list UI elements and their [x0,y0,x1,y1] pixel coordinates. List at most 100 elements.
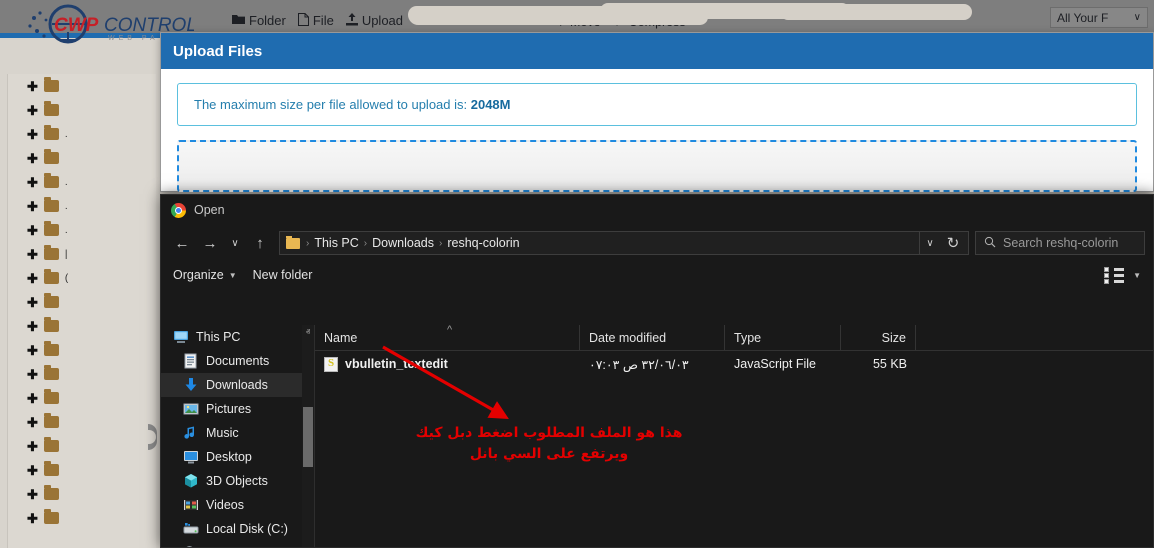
expand-icon[interactable]: ✚ [27,464,38,477]
view-dropdown-icon[interactable]: ▼ [1133,271,1141,280]
sidebar-item-desktop[interactable]: Desktop [161,445,314,469]
file-filter-select[interactable]: All Your F ∨ [1050,7,1148,28]
breadcrumb-item[interactable]: Downloads [372,236,434,250]
folder-icon [44,392,59,404]
folder-icon [44,464,59,476]
expand-icon[interactable]: ✚ [27,368,38,381]
folder-icon [44,512,59,524]
folder-icon [44,416,59,428]
dialog-commandbar: Organize ▼ New folder ▼ [161,261,1153,289]
tree-item[interactable]: ✚ [8,74,156,98]
music-icon [183,425,199,441]
tree-item[interactable]: ✚ [8,434,156,458]
refresh-button[interactable]: ↻ [940,232,966,254]
tree-item[interactable]: ✚ [8,362,156,386]
tree-item[interactable]: ✚ [8,98,156,122]
tree-item[interactable]: ✚. [8,170,156,194]
tree-item[interactable]: ✚. [8,218,156,242]
expand-icon[interactable]: ✚ [27,320,38,333]
sidebar-scrollbar[interactable]: ⱏ ⱟ [302,325,314,547]
sidebar-item-music[interactable]: Music [161,421,314,445]
sidebar-item-local-disk-c[interactable]: Local Disk (C:) [161,517,314,541]
toolbar-file-button[interactable]: File [298,13,334,28]
sidebar-item-downloads[interactable]: Downloads [161,373,314,397]
expand-icon[interactable]: ✚ [27,200,38,213]
file-row[interactable]: vbulletin_textedit ٣٢/٠٦/٠٣ ص ٠٧:٠٣ JavaSc… [315,351,1153,377]
expand-icon[interactable]: ✚ [27,416,38,429]
tree-item[interactable]: ✚. [8,122,156,146]
chevron-down-icon: ∨ [1134,12,1141,23]
breadcrumb-item[interactable]: reshq-colorin [447,236,519,250]
expand-icon[interactable]: ✚ [27,152,38,165]
expand-icon[interactable]: ✚ [27,104,38,117]
folder-icon [44,488,59,500]
expand-icon[interactable]: ✚ [27,392,38,405]
breadcrumb[interactable]: › This PC › Downloads › reshq-colorin ∨ ↻ [279,231,969,255]
sidebar-item-this-pc[interactable]: This PC [161,325,314,349]
toolbar-upload-button[interactable]: Upload [346,13,403,28]
view-tools: ▼ [1104,267,1141,283]
max-size-alert-text: The maximum size per file allowed to upl… [194,97,471,112]
expand-icon[interactable]: ✚ [27,296,38,309]
dialog-navbar: ← → ∨ ↑ › This PC › Downloads › reshq-colorin… [161,225,1153,261]
new-folder-button[interactable]: New folder [253,268,313,282]
scroll-down-icon[interactable]: ⱟ [302,533,314,547]
toolbar-folder-button[interactable]: Folder [232,13,286,28]
expand-icon[interactable]: ✚ [27,344,38,357]
sidebar-item-videos[interactable]: Videos [161,493,314,517]
search-box[interactable]: Search reshq-colorin [975,231,1145,255]
tree-item[interactable]: ✚ | [8,242,156,266]
forward-button[interactable]: → [197,230,223,256]
sidebar-item-pictures[interactable]: Pictures [161,397,314,421]
breadcrumb-items: › This PC › Downloads › reshq-colorin [306,236,919,250]
column-header-size[interactable]: Size [841,325,916,350]
toolbar-folder-label: Folder [249,13,286,28]
sidebar-scroll-thumb[interactable] [303,407,313,467]
upload-icon [346,13,358,28]
file-name-cell[interactable]: vbulletin_textedit [315,357,580,372]
tree-item[interactable]: ✚. [8,194,156,218]
expand-icon[interactable]: ✚ [27,80,38,93]
tree-item[interactable]: ✚ [8,386,156,410]
sidebar-item-dvd-rw-drive[interactable]: DVD RW Drive [161,541,314,547]
expand-icon[interactable]: ✚ [27,128,38,141]
svg-text:WEB PA: WEB PA [108,35,159,42]
tree-item-label: . [65,177,68,188]
expand-icon[interactable]: ✚ [27,224,38,237]
breadcrumb-item[interactable]: This PC [314,236,358,250]
expand-icon[interactable]: ✚ [27,440,38,453]
sidebar-item-3d-objects[interactable]: 3D Objects [161,469,314,493]
tree-item[interactable]: ✚ [8,410,156,434]
annotation-line-2: ويرتفع على السي بانل [399,444,699,465]
folder-icon [44,344,59,356]
expand-icon[interactable]: ✚ [27,248,38,261]
tree-item[interactable]: ✚ [8,482,156,506]
change-view-icon[interactable] [1104,267,1124,283]
expand-icon[interactable]: ✚ [27,272,38,285]
tree-item[interactable]: ✚ [8,314,156,338]
column-header-type[interactable]: Type [725,325,841,350]
tree-item[interactable]: ✚ [8,506,156,530]
sidebar-item-label: Local Disk (C:) [206,522,288,536]
breadcrumb-dropdown-button[interactable]: ∨ [920,232,940,254]
scroll-up-icon[interactable]: ⱏ [302,325,314,339]
recent-locations-button[interactable]: ∨ [225,230,245,256]
back-button[interactable]: ← [169,230,195,256]
organize-button[interactable]: Organize ▼ [173,268,237,282]
upload-dropzone[interactable] [177,140,1137,192]
expand-icon[interactable]: ✚ [27,488,38,501]
column-header-name[interactable]: Name [315,325,580,350]
tree-item[interactable]: ✚ [8,290,156,314]
tree-item[interactable]: ✚ [8,458,156,482]
tree-item[interactable]: ✚ [8,146,156,170]
tree-item[interactable]: ✚ [8,338,156,362]
sidebar-item-documents[interactable]: Documents [161,349,314,373]
column-header-date[interactable]: Date modified [580,325,725,350]
expand-icon[interactable]: ✚ [27,512,38,525]
tree-item[interactable]: ✚( [8,266,156,290]
sidebar-item-label: 3D Objects [206,474,268,488]
max-size-alert: The maximum size per file allowed to upl… [177,83,1137,126]
expand-icon[interactable]: ✚ [27,176,38,189]
up-button[interactable]: ↑ [247,230,273,256]
upload-modal-title: Upload Files [161,33,1153,69]
